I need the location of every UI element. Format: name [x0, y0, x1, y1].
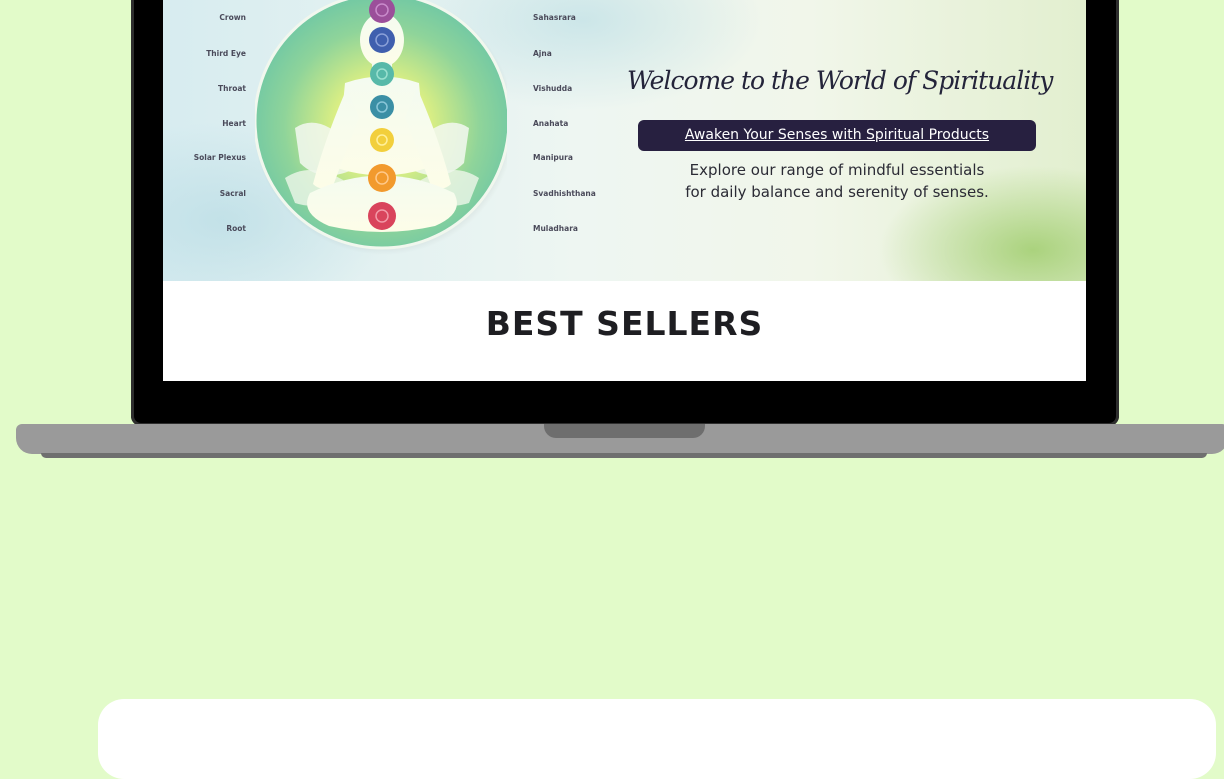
chakra-label-muladhara: Muladhara — [533, 224, 578, 233]
chakra-label-third-eye: Third Eye — [206, 49, 246, 58]
content-card — [98, 699, 1216, 779]
chakra-label-vishudda: Vishudda — [533, 84, 573, 93]
hero-banner: Crown Third Eye Throat Heart Solar Plexu… — [163, 0, 1086, 281]
chakra-label-crown: Crown — [219, 13, 246, 22]
chakra-label-solar-plexus: Solar Plexus — [193, 153, 246, 162]
best-sellers-heading: BEST SELLERS — [485, 304, 764, 343]
chakra-label-throat: Throat — [218, 84, 246, 93]
website-screen: Crown Third Eye Throat Heart Solar Plexu… — [163, 0, 1086, 381]
welcome-heading: Welcome to the World of Spirituality — [627, 66, 1053, 95]
explore-line-2: for daily balance and serenity of senses… — [685, 183, 989, 201]
chakra-label-ajna: Ajna — [533, 49, 552, 58]
chakra-label-svadhishthana: Svadhishthana — [533, 189, 596, 198]
meditation-chakra-illustration — [253, 0, 515, 258]
chakra-label-sahasrara: Sahasrara — [533, 13, 576, 22]
chakra-label-root: Root — [226, 224, 246, 233]
chakra-label-manipura: Manipura — [533, 153, 573, 162]
chakra-label-anahata: Anahata — [533, 119, 569, 128]
explore-line-1: Explore our range of mindful essentials — [689, 161, 985, 179]
laptop-notch — [544, 424, 705, 438]
explore-description: Explore our range of mindful essentials … — [627, 159, 1047, 203]
chakra-label-heart: Heart — [222, 119, 246, 128]
laptop-base-edge — [41, 453, 1207, 458]
awaken-senses-link[interactable]: Awaken Your Senses with Spiritual Produc… — [638, 120, 1036, 151]
chakra-label-sacral: Sacral — [219, 189, 246, 198]
